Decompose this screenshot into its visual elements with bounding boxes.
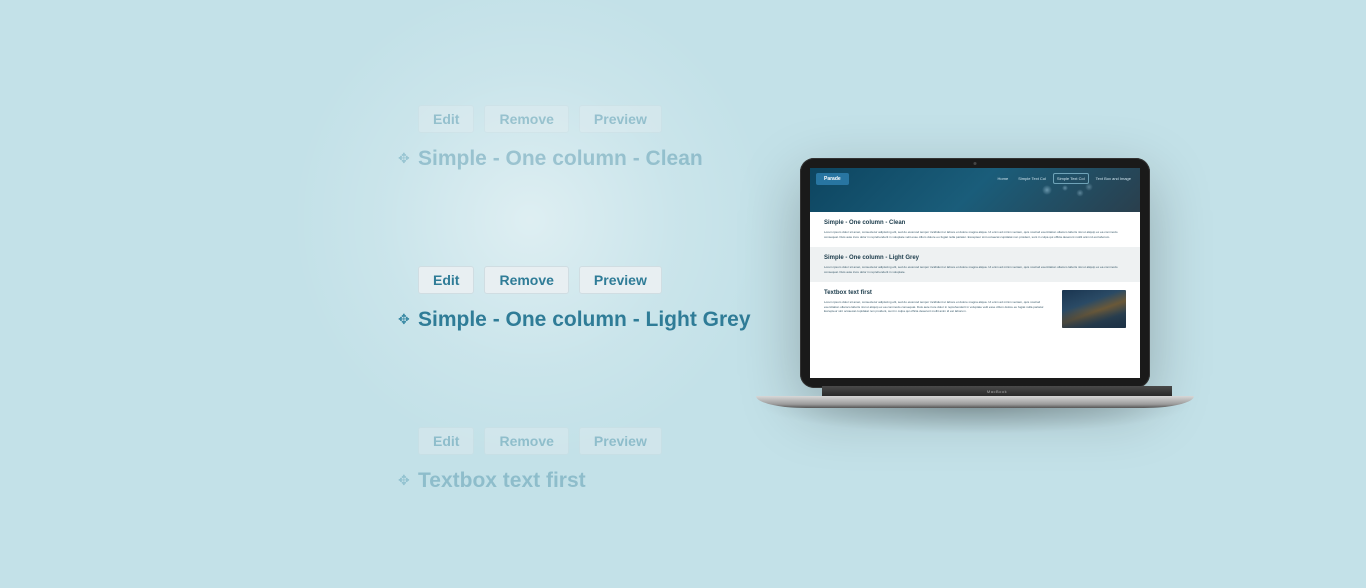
block-row-clean: Edit Remove Preview ✥ Simple - One colum… [398, 105, 751, 171]
block-title: Simple - One column - Light Grey [418, 308, 751, 332]
nav-item: Simple Text Col [1053, 173, 1089, 184]
brand-badge: Parade [816, 173, 849, 185]
laptop-shadow [756, 404, 1194, 434]
laptop-screen: Parade Home Simple Text Col Simple Text … [800, 158, 1150, 388]
block-actions: Edit Remove Preview [418, 266, 751, 294]
preview-section-body: Lorem ipsum dolor sit amet, consectetur … [824, 265, 1126, 274]
preview-section-clean: Simple - One column - Clean Lorem ipsum … [810, 212, 1140, 247]
laptop-base: MacBook [800, 386, 1194, 434]
block-actions: Edit Remove Preview [418, 427, 751, 455]
block-list: Edit Remove Preview ✥ Simple - One colum… [398, 105, 751, 588]
preview-section-title: Simple - One column - Light Grey [824, 255, 1126, 261]
nav-item: Home [995, 174, 1012, 183]
preview-viewport: Parade Home Simple Text Col Simple Text … [810, 168, 1140, 378]
preview-section-grey: Simple - One column - Light Grey Lorem i… [810, 247, 1140, 282]
laptop-mockup: Parade Home Simple Text Col Simple Text … [800, 158, 1194, 434]
laptop-deck [756, 396, 1194, 408]
block-title: Simple - One column - Clean [418, 147, 751, 171]
camera-icon [974, 162, 977, 165]
preview-header: Parade Home Simple Text Col Simple Text … [810, 168, 1140, 212]
preview-button[interactable]: Preview [579, 427, 662, 455]
block-title: Textbox text first [418, 469, 751, 493]
laptop-hinge: MacBook [822, 386, 1172, 396]
preview-nav: Home Simple Text Col Simple Text Col Tex… [995, 173, 1134, 184]
move-icon[interactable]: ✥ [398, 151, 410, 165]
block-actions: Edit Remove Preview [418, 105, 751, 133]
preview-section-body: Lorem ipsum dolor sit amet, consectetur … [824, 230, 1126, 239]
move-icon[interactable]: ✥ [398, 312, 410, 326]
edit-button[interactable]: Edit [418, 105, 474, 133]
preview-button[interactable]: Preview [579, 105, 662, 133]
preview-section-title: Textbox text first [824, 290, 1054, 296]
nav-item: Simple Text Col [1015, 174, 1049, 183]
block-row-light-grey: Edit Remove Preview ✥ Simple - One colum… [398, 266, 751, 332]
preview-section-textbox: Textbox text first Lorem ipsum dolor sit… [810, 282, 1140, 336]
preview-section-title: Simple - One column - Clean [824, 220, 1126, 226]
edit-button[interactable]: Edit [418, 266, 474, 294]
nav-item: Text Box and Image [1093, 174, 1134, 183]
move-icon[interactable]: ✥ [398, 473, 410, 487]
preview-image [1062, 290, 1126, 328]
remove-button[interactable]: Remove [484, 266, 568, 294]
remove-button[interactable]: Remove [484, 105, 568, 133]
preview-section-body: Lorem ipsum dolor sit amet, consectetur … [824, 300, 1054, 314]
preview-button[interactable]: Preview [579, 266, 662, 294]
edit-button[interactable]: Edit [418, 427, 474, 455]
remove-button[interactable]: Remove [484, 427, 568, 455]
block-row-textbox: Edit Remove Preview ✥ Textbox text first [398, 427, 751, 493]
